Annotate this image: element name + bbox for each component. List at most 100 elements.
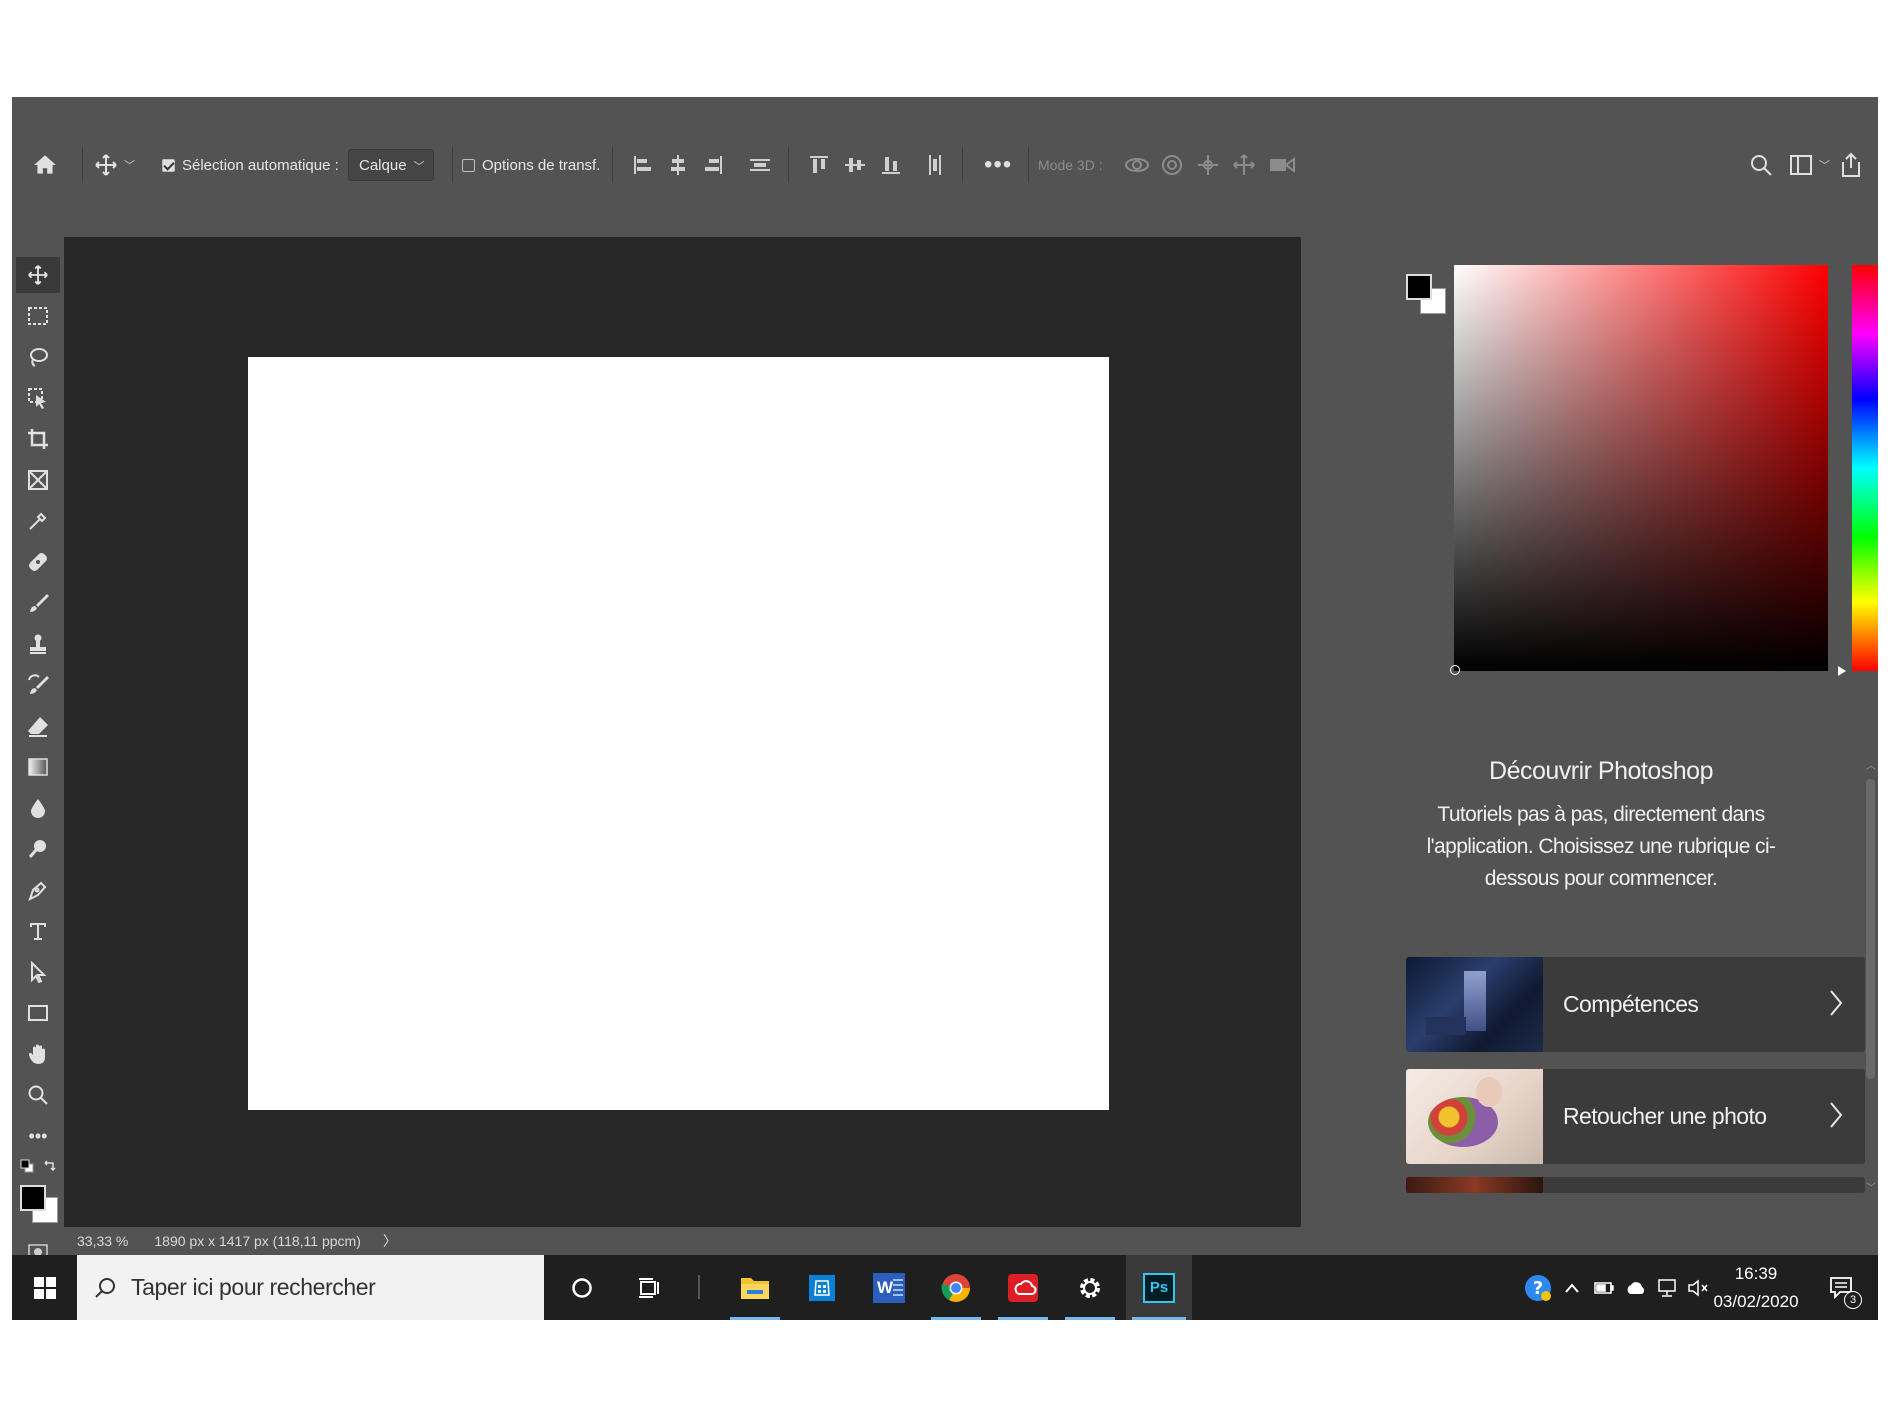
search-button[interactable] xyxy=(1749,147,1773,183)
battery-tray-icon[interactable] xyxy=(1590,1255,1618,1320)
swap-colors-row xyxy=(16,1155,60,1177)
learn-card-competences[interactable]: Compétences xyxy=(1406,957,1865,1052)
learn-card-partial[interactable] xyxy=(1406,1177,1865,1193)
learn-panel-scrollbar[interactable]: ︿ ﹀ xyxy=(1864,757,1878,1194)
3d-roll-button[interactable] xyxy=(1160,147,1184,183)
swap-colors-icon[interactable] xyxy=(42,1159,56,1173)
type-tool[interactable] xyxy=(16,913,60,949)
auto-select-checkbox[interactable]: Sélection automatique : xyxy=(162,147,339,183)
align-bottom-button[interactable] xyxy=(880,147,902,183)
clock[interactable]: 16:39 03/02/2020 xyxy=(1713,1255,1798,1320)
align-horizontal-center-button[interactable] xyxy=(667,147,689,183)
file-explorer-app[interactable] xyxy=(724,1255,786,1320)
layer-group-select[interactable]: Calque ﹀ xyxy=(348,149,434,181)
home-button[interactable] xyxy=(32,147,58,183)
word-app[interactable]: W xyxy=(858,1255,920,1320)
chevron-right-icon xyxy=(1830,1102,1843,1128)
show-hidden-icons-button[interactable] xyxy=(1560,1255,1584,1320)
workspace-switcher-button[interactable]: ﹀ xyxy=(1789,147,1830,183)
gradient-tool[interactable] xyxy=(16,749,60,785)
transform-options-checkbox[interactable]: Options de transf. xyxy=(462,147,600,183)
more-options-button[interactable]: ••• xyxy=(984,147,1012,183)
eyedropper-tool[interactable] xyxy=(16,503,60,539)
object-selection-tool[interactable] xyxy=(16,380,60,416)
chevron-up-icon xyxy=(1565,1282,1579,1293)
crop-icon xyxy=(28,429,48,449)
align-top-button[interactable] xyxy=(808,147,830,183)
scroll-down-icon[interactable]: ﹀ xyxy=(1866,1179,1876,1194)
creative-cloud-icon xyxy=(1008,1273,1038,1302)
help-tray-button[interactable]: ? xyxy=(1520,1255,1556,1320)
chrome-app[interactable] xyxy=(925,1255,987,1320)
scroll-thumb[interactable] xyxy=(1866,779,1875,1079)
move-icon xyxy=(95,154,117,176)
healing-brush-tool[interactable] xyxy=(16,544,60,580)
path-selection-tool[interactable] xyxy=(16,954,60,990)
store-app[interactable] xyxy=(791,1255,853,1320)
color-cursor[interactable] xyxy=(1450,665,1460,675)
distribute-vertical-button[interactable] xyxy=(748,147,772,183)
lasso-tool[interactable] xyxy=(16,339,60,375)
action-center-button[interactable]: 3 xyxy=(1820,1255,1864,1320)
rectangle-tool[interactable] xyxy=(16,995,60,1031)
default-colors-icon[interactable] xyxy=(20,1159,34,1173)
3d-scale-button[interactable] xyxy=(1268,147,1296,183)
zoom-tool[interactable] xyxy=(16,1077,60,1113)
align-vertical-center-button[interactable] xyxy=(844,147,866,183)
task-view-button[interactable] xyxy=(624,1255,674,1320)
dodge-icon xyxy=(28,840,46,858)
learn-panel-description: Tutoriels pas à pas, directement dans l'… xyxy=(1426,803,1776,890)
marquee-tool[interactable] xyxy=(16,298,60,334)
3d-slide-button[interactable] xyxy=(1232,147,1256,183)
status-expand-arrow[interactable]: 〉 xyxy=(383,1231,397,1251)
eraser-tool[interactable] xyxy=(16,708,60,744)
3d-orbit-button[interactable] xyxy=(1124,147,1150,183)
dodge-tool[interactable] xyxy=(16,831,60,867)
blur-tool[interactable] xyxy=(16,790,60,826)
move-tool[interactable] xyxy=(16,257,60,293)
scroll-up-icon[interactable]: ︿ xyxy=(1866,757,1876,772)
picker-foreground-swatch[interactable] xyxy=(1406,274,1432,300)
stamp-icon xyxy=(30,634,46,654)
photoshop-icon-letters: Ps xyxy=(1149,1279,1169,1296)
3d-pan-button[interactable] xyxy=(1196,147,1220,183)
color-field[interactable] xyxy=(1450,265,1828,675)
task-view-icon xyxy=(639,1277,659,1298)
share-button[interactable] xyxy=(1839,147,1863,183)
hand-tool[interactable] xyxy=(16,1036,60,1072)
move-tool-preset-button[interactable]: ﹀ xyxy=(94,147,135,183)
align-left-button[interactable] xyxy=(632,147,654,183)
volume-tray-icon[interactable] xyxy=(1684,1255,1712,1320)
document-canvas[interactable] xyxy=(248,357,1109,1110)
brush-tool[interactable] xyxy=(16,585,60,621)
foreground-color-swatch[interactable] xyxy=(20,1185,46,1211)
crop-tool[interactable] xyxy=(16,421,60,457)
photoshop-app[interactable]: Ps xyxy=(1126,1255,1192,1320)
pen-tool[interactable] xyxy=(16,872,60,908)
drop-icon xyxy=(31,799,45,818)
network-tray-icon[interactable] xyxy=(1654,1255,1682,1320)
learn-card-retouch-photo[interactable]: Retoucher une photo xyxy=(1406,1069,1865,1164)
align-right-button[interactable] xyxy=(702,147,724,183)
creative-cloud-app[interactable] xyxy=(992,1255,1054,1320)
cortana-button[interactable] xyxy=(557,1255,607,1320)
clone-stamp-tool[interactable] xyxy=(16,626,60,662)
distribute-horizontal-button[interactable] xyxy=(924,147,946,183)
history-brush-tool[interactable] xyxy=(16,667,60,703)
edit-toolbar-button[interactable]: ••• xyxy=(16,1118,60,1154)
running-indicator xyxy=(998,1317,1048,1320)
start-button[interactable] xyxy=(12,1255,77,1320)
taskbar-search-box[interactable]: Taper ici pour rechercher xyxy=(77,1255,544,1320)
learn-card-label: Compétences xyxy=(1563,991,1699,1017)
marquee-icon xyxy=(28,307,48,325)
hue-slider-handle[interactable] xyxy=(1838,666,1846,676)
onedrive-tray-icon[interactable] xyxy=(1622,1255,1650,1320)
frame-tool[interactable] xyxy=(16,462,60,498)
color-swatches[interactable] xyxy=(16,1181,60,1231)
hue-slider[interactable] xyxy=(1838,265,1878,676)
document-workspace[interactable] xyxy=(64,237,1301,1227)
settings-app[interactable] xyxy=(1059,1255,1121,1320)
zoom-level[interactable]: 33,33 % xyxy=(77,1233,128,1249)
running-indicator xyxy=(730,1317,780,1320)
store-icon xyxy=(809,1274,835,1301)
